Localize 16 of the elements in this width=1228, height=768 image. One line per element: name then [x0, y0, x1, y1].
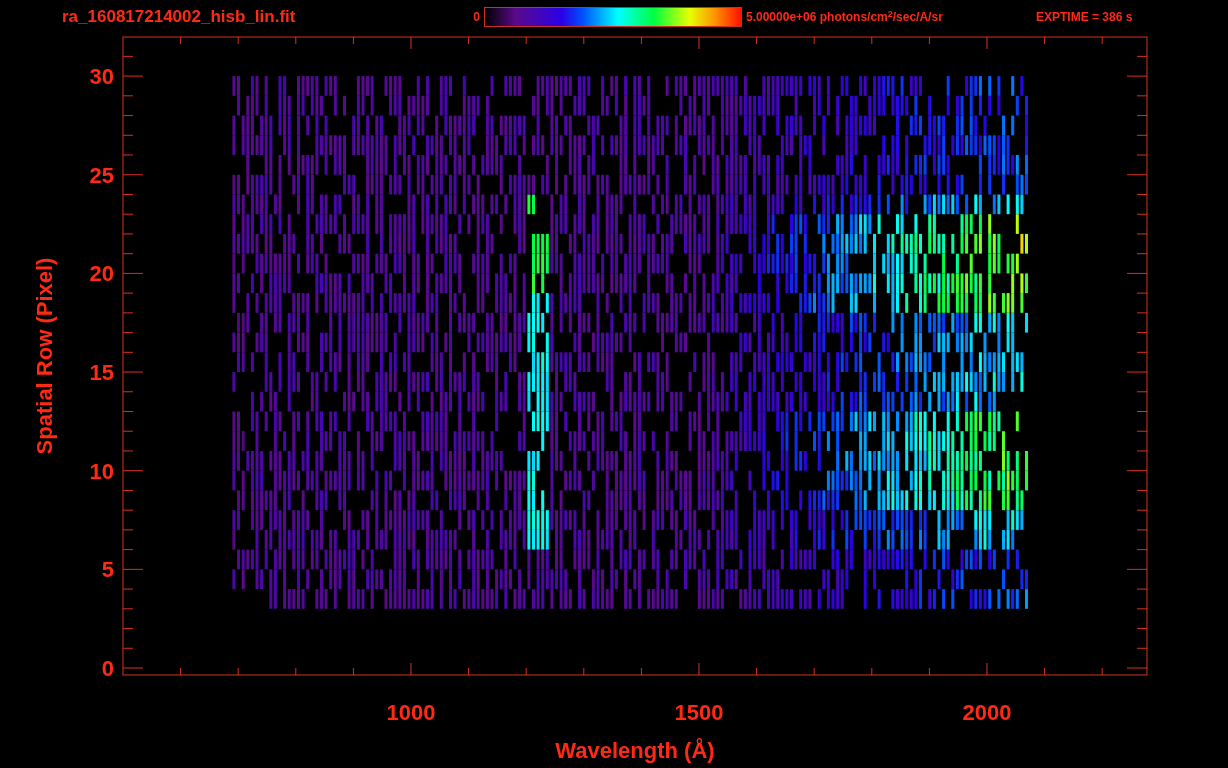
y-axis-label: Spatial Row (Pixel) — [32, 257, 57, 455]
plot-title: ra_160817214002_hisb_lin.fit — [62, 6, 297, 29]
x-axis-label: Wavelength (Å) — [555, 738, 715, 763]
y-tick-label: 30 — [89, 64, 114, 90]
x-tick-label: 2000 — [962, 700, 1012, 725]
y-tick-label: 5 — [101, 557, 114, 583]
exposure-time: EXPTIME = 386 s — [1036, 9, 1133, 26]
y-tick-label: 10 — [89, 458, 114, 484]
y-tick-label: 0 — [101, 656, 114, 681]
colorbar-max-label: 5.00000e+06 photons/cm$^{2}$/sec/A/sr — [746, 8, 944, 26]
y-tick-label: 25 — [89, 162, 114, 188]
y-tick-label: 15 — [89, 360, 114, 386]
colorbar-min-label: 0 — [472, 9, 481, 26]
x-tick-label: 1500 — [674, 700, 724, 725]
y-tick-label: 20 — [89, 261, 114, 287]
x-tick-label: 1000 — [386, 700, 436, 725]
